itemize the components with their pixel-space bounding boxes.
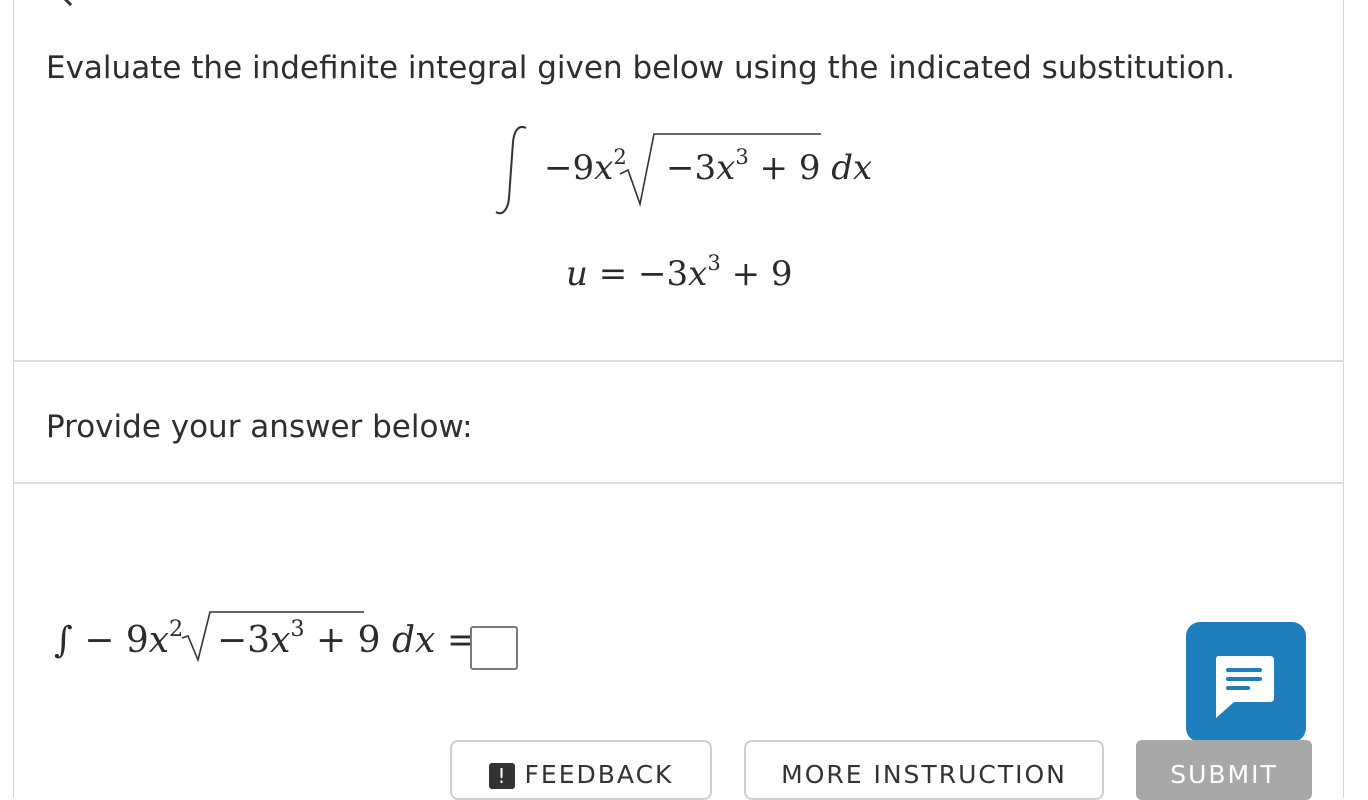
divider bbox=[13, 360, 1344, 362]
sub-equals: = bbox=[598, 254, 628, 294]
substitution: u = −3x3 + 9 bbox=[566, 250, 793, 294]
problem-radicand-var: x bbox=[716, 148, 736, 188]
answer-input-box[interactable] bbox=[470, 626, 518, 670]
problem-radicand-coef: −3 bbox=[666, 148, 717, 188]
submit-label: SUBMIT bbox=[1170, 760, 1278, 789]
problem-instruction: Evaluate the indefinite integral given b… bbox=[46, 50, 1236, 86]
sub-const: + 9 bbox=[731, 254, 793, 294]
feedback-icon: ! bbox=[488, 763, 515, 789]
more-instruction-button[interactable]: MORE INSTRUCTION bbox=[744, 740, 1104, 800]
chat-bubble-icon bbox=[1216, 656, 1274, 718]
problem-var: x bbox=[594, 148, 614, 188]
submit-button[interactable]: SUBMIT bbox=[1136, 740, 1312, 800]
answer-radicand-const: + 9 bbox=[316, 620, 381, 661]
answer-integral-sign: ∫ bbox=[54, 620, 73, 661]
sub-exp: 3 bbox=[707, 250, 721, 276]
sub-u: u bbox=[566, 254, 588, 294]
answer-prompt: Provide your answer below: bbox=[46, 409, 473, 445]
answer-radicand-exp: 3 bbox=[290, 616, 305, 643]
feedback-button[interactable]: ! FEEDBACK bbox=[450, 740, 712, 800]
answer-var: x bbox=[148, 620, 170, 661]
sub-var: x bbox=[688, 254, 708, 294]
chat-button[interactable] bbox=[1186, 622, 1306, 742]
problem-differential: dx bbox=[831, 148, 873, 188]
content-frame bbox=[13, 0, 1344, 798]
more-instruction-label: MORE INSTRUCTION bbox=[781, 760, 1067, 789]
answer-differential: dx bbox=[392, 620, 436, 661]
sub-coef: −3 bbox=[638, 254, 689, 294]
problem-radicand-exp: 3 bbox=[735, 144, 749, 170]
answer-radicand-var: x bbox=[270, 620, 291, 661]
integral-sign-icon bbox=[495, 126, 527, 215]
problem-coef: −9 bbox=[544, 148, 595, 188]
answer-coef: − 9 bbox=[84, 620, 149, 661]
problem-radicand-const: + 9 bbox=[759, 148, 821, 188]
feedback-label: FEEDBACK bbox=[524, 760, 674, 789]
divider bbox=[13, 482, 1344, 484]
answer-radicand-coef: −3 bbox=[217, 620, 271, 661]
